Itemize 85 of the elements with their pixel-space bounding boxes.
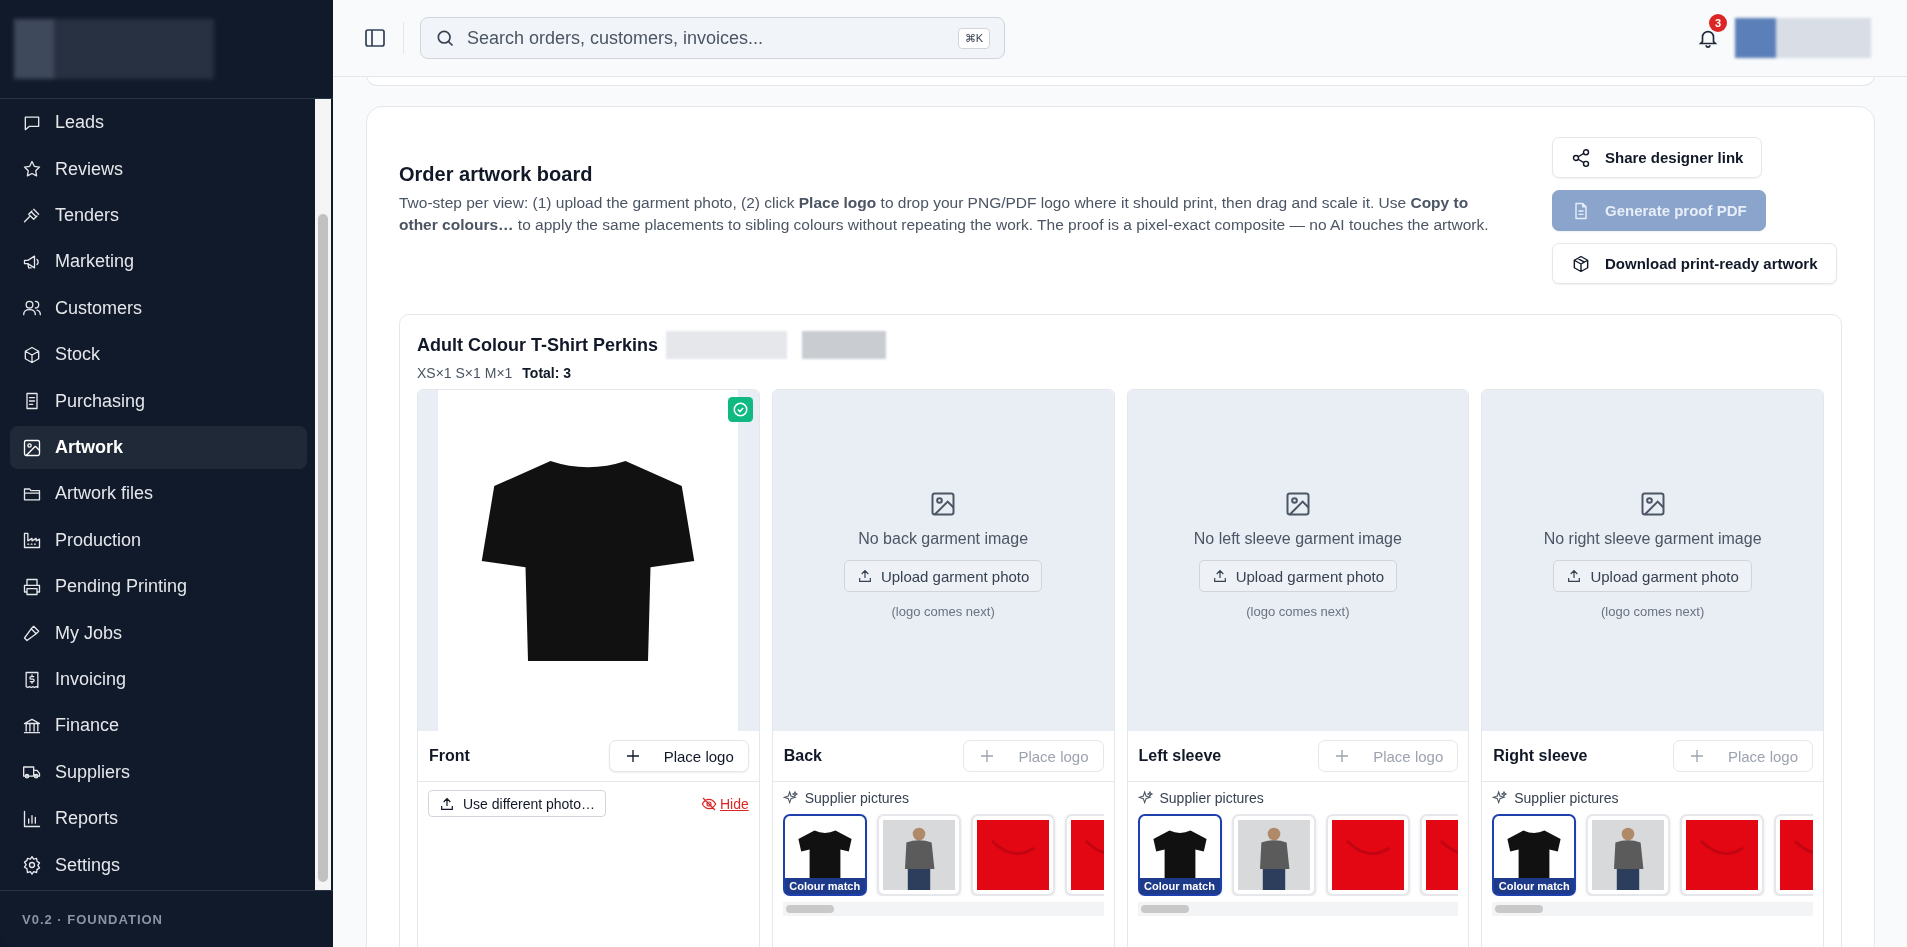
colour-match-badge: Colour match xyxy=(1139,878,1220,894)
star-icon xyxy=(22,159,42,180)
hint-text: (logo comes next) xyxy=(1600,604,1705,619)
supplier-label: Supplier pictures xyxy=(1159,790,1264,806)
sidebar-item[interactable]: Pending Printing xyxy=(10,565,307,609)
shortcut-badge: ⌘K xyxy=(957,27,990,49)
sidebar-item[interactable]: Settings xyxy=(10,843,307,887)
factory-icon xyxy=(22,530,42,551)
sidebar-item[interactable]: Leads xyxy=(10,101,307,145)
empty-message: No back garment image xyxy=(858,530,1029,548)
change-photo-button[interactable]: Use different photo… xyxy=(428,790,607,817)
sidebar-item[interactable]: Suppliers xyxy=(10,750,307,795)
action-button[interactable]: Share designer link xyxy=(1552,137,1763,178)
settings-icon xyxy=(22,855,42,876)
supplier-thumbnail[interactable] xyxy=(1231,814,1316,896)
supplier-thumbnail[interactable] xyxy=(1680,814,1765,896)
supplier-thumbnail[interactable] xyxy=(876,814,961,896)
supplier-thumbnail[interactable]: Colour match xyxy=(782,814,867,896)
view-label: Left sleeve xyxy=(1138,747,1222,765)
search-input[interactable]: Search orders, customers, invoices... xyxy=(465,26,948,50)
sidebar-item[interactable]: Artwork xyxy=(10,425,307,470)
board-title: Order artwork board xyxy=(399,163,594,186)
supplier-thumbnail[interactable] xyxy=(970,814,1055,896)
sidebar-item[interactable]: Reports xyxy=(10,797,307,841)
sparkle-icon xyxy=(782,790,799,806)
supplier-thumbnail[interactable]: Colour match xyxy=(1137,814,1222,896)
sidebar-item[interactable]: Reviews xyxy=(10,147,307,191)
colour-match-badge: Colour match xyxy=(784,878,865,894)
package-icon xyxy=(1571,253,1591,274)
empty-message: No left sleeve garment image xyxy=(1193,530,1402,548)
sparkle-icon xyxy=(1492,790,1509,806)
hammer-icon xyxy=(22,623,42,644)
action-button[interactable]: Download print-ready artwork xyxy=(1552,243,1837,284)
product-title: Adult Colour T-Shirt Perkins xyxy=(417,334,658,356)
upload-button[interactable]: Upload garment photo xyxy=(1553,560,1752,592)
upload-button[interactable]: Upload garment photo xyxy=(843,560,1043,592)
share-icon xyxy=(1571,147,1591,168)
sidebar-toggle-icon[interactable] xyxy=(363,26,387,50)
sidebar-item[interactable]: Purchasing xyxy=(10,379,307,423)
sidebar-item[interactable]: Customers xyxy=(10,286,307,331)
supplier-thumbnail[interactable]: Colour match xyxy=(1492,814,1577,896)
printer-icon xyxy=(22,576,42,597)
view-label: Right sleeve xyxy=(1493,747,1588,765)
scrollbar-thumb[interactable] xyxy=(318,214,328,882)
eye-off-icon xyxy=(700,795,717,812)
sidebar-item[interactable]: Finance xyxy=(10,704,307,748)
box-icon xyxy=(22,344,42,365)
scrollbar-thumb[interactable] xyxy=(1495,905,1544,913)
upload-icon xyxy=(1211,568,1228,584)
supplier-thumbnail[interactable] xyxy=(1325,814,1410,896)
sidebar-item[interactable]: Artwork files xyxy=(10,472,307,516)
bar-chart-icon xyxy=(22,808,42,829)
sidebar-item[interactable]: Production xyxy=(10,518,307,563)
sidebar-item[interactable]: Tenders xyxy=(10,193,307,238)
size-breakdown: XS×1 S×1 M×1 xyxy=(417,365,513,381)
sidebar-item[interactable]: Marketing xyxy=(10,240,307,284)
supplier-thumbnail[interactable] xyxy=(1586,814,1671,896)
sidebar-item[interactable]: Stock xyxy=(10,333,307,377)
image-icon xyxy=(22,437,42,458)
total-count: Total: 3 xyxy=(522,365,572,381)
supplier-label: Supplier pictures xyxy=(1514,790,1619,806)
supplier-label: Supplier pictures xyxy=(804,790,910,806)
hide-link[interactable]: Hide xyxy=(700,795,749,812)
upload-icon xyxy=(439,795,455,812)
hint-text: (logo comes next) xyxy=(1246,604,1350,619)
upload-icon xyxy=(856,568,873,584)
place-logo-button[interactable]: Place logo xyxy=(608,740,749,772)
view-label: Front xyxy=(429,747,470,765)
colour-match-badge: Colour match xyxy=(1494,878,1575,894)
search-field[interactable]: Search orders, customers, invoices... ⌘K xyxy=(420,17,1005,59)
empty-message: No right sleeve garment image xyxy=(1543,530,1762,548)
scrollbar-thumb[interactable] xyxy=(1140,905,1189,913)
hint-text: (logo comes next) xyxy=(891,604,995,619)
user-placeholder[interactable] xyxy=(1735,18,1871,58)
bank-icon xyxy=(22,716,42,736)
sidebar-item[interactable]: My Jobs xyxy=(10,611,307,655)
notification-badge: 3 xyxy=(1709,14,1727,32)
upload-icon xyxy=(1566,568,1583,584)
upload-button[interactable]: Upload garment photo xyxy=(1198,560,1398,592)
sidebar-item[interactable]: Invoicing xyxy=(10,657,307,702)
scrollbar-thumb[interactable] xyxy=(785,905,834,913)
view-label: Back xyxy=(783,747,822,765)
search-icon xyxy=(435,28,455,48)
board-description: Two-step per view: (1) upload the garment photo, (2) click Place logo to drop your PNG/PDF logo where it should print, then drag and scale it. Use Copy to other colours… to apply the same placements to sibling colours without repeating the work. The proof is a pixel-exact composite — no AI touches the artwork. xyxy=(399,193,1490,236)
sparkle-icon xyxy=(1137,790,1154,806)
